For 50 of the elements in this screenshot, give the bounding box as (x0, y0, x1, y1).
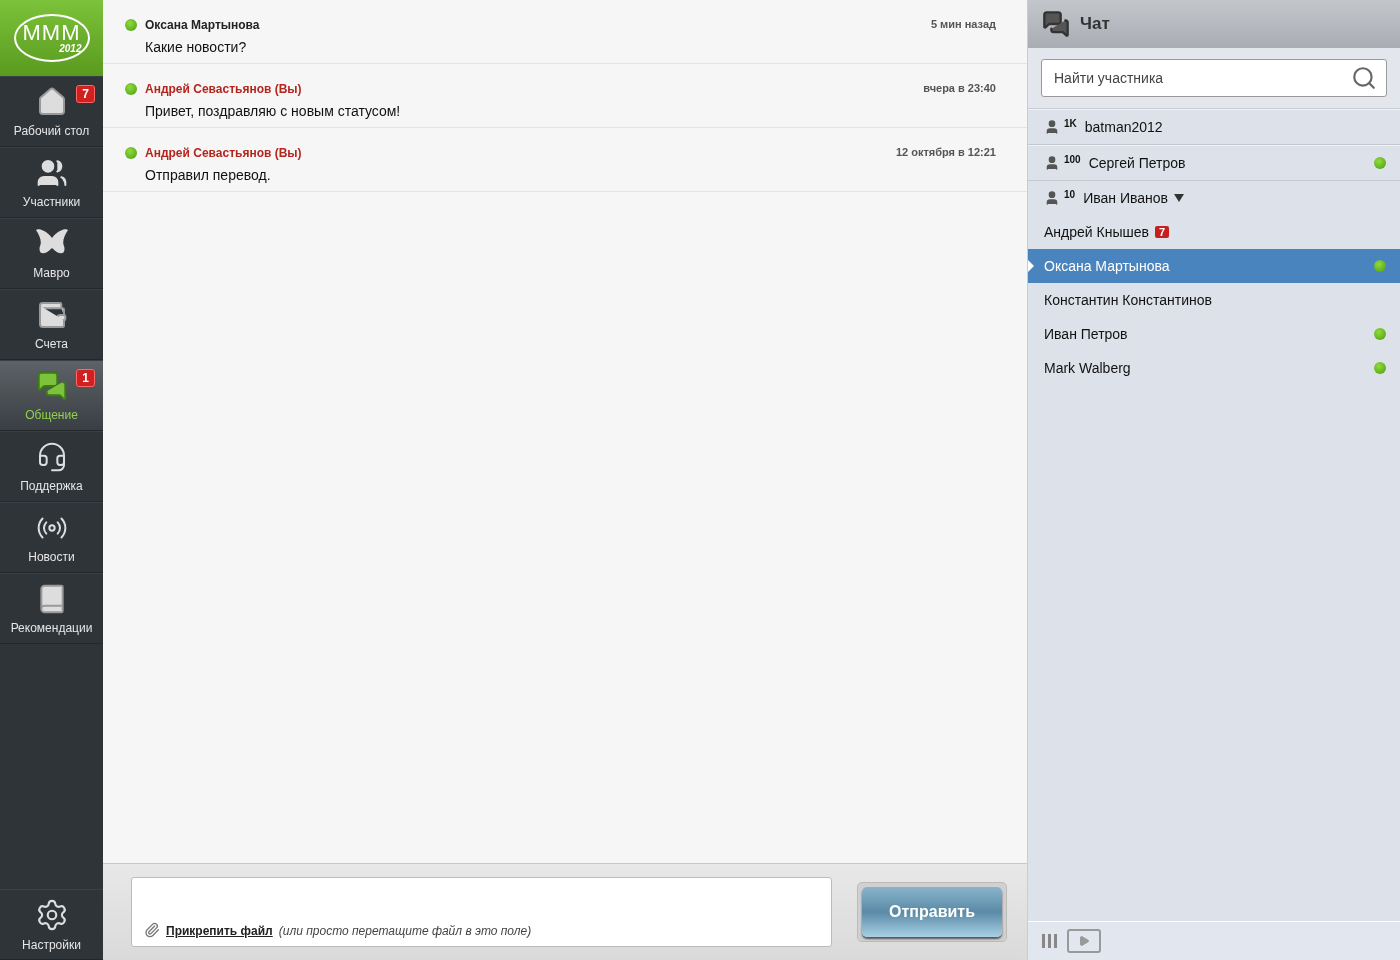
user-icon (1044, 119, 1060, 135)
sender-name: Оксана Мартынова (145, 18, 260, 33)
chat-icon (1042, 10, 1070, 38)
nav-item[interactable]: Рекомендации (0, 573, 103, 644)
nav-item[interactable]: Общение 1 (0, 360, 103, 431)
drop-hint: (или просто перетащите файл в это поле) (278, 924, 532, 938)
logo: MMM 2012 (13, 14, 90, 62)
notification-badge: 1 (76, 369, 95, 387)
chat-icon (35, 369, 68, 402)
contact-item[interactable]: Андрей Кнышев 7 (1028, 215, 1400, 249)
user-icon (1044, 190, 1060, 206)
contact-item[interactable]: 10 Иван Иванов (1028, 181, 1400, 215)
rank-label: 100 (1064, 154, 1081, 165)
columns-icon[interactable] (1042, 934, 1057, 948)
contact-item[interactable]: Оксана Мартынова (1028, 249, 1400, 283)
contact-name: Иван Петров (1044, 326, 1128, 342)
sender-name: Андрей Севастьянов (Вы) (145, 146, 302, 161)
contact-item[interactable]: Mark Walberg (1028, 351, 1400, 385)
attach-file-link[interactable]: Прикрепить файл (166, 924, 273, 938)
message-time: вчера в 23:40 (923, 82, 996, 96)
contact-name: Иван Иванов (1083, 190, 1168, 206)
message-text: Какие новости? (144, 38, 248, 55)
unread-badge: 7 (1154, 226, 1170, 238)
contact-name: Mark Walberg (1044, 360, 1131, 376)
search-field[interactable]: Найти участника (1041, 59, 1387, 97)
contact-item[interactable]: Иван Петров (1028, 317, 1400, 351)
panel-title: Чат (1080, 14, 1110, 34)
rank-label: 10 (1064, 189, 1076, 200)
rank-label: 1K (1064, 118, 1077, 129)
sender-name: Андрей Севастьянов (Вы) (145, 82, 302, 97)
contact-item[interactable]: 100 Сергей Петров (1028, 145, 1400, 181)
contact-name: Константин Константинов (1044, 292, 1212, 308)
contact-item[interactable]: Константин Константинов (1028, 283, 1400, 317)
contact-name: batman2012 (1084, 119, 1163, 135)
paperclip-icon (144, 922, 160, 938)
nav-item[interactable]: Мавро (0, 218, 103, 289)
contact-name: Сергей Петров (1088, 155, 1186, 171)
notification-badge: 7 (76, 85, 95, 103)
contact-name: Оксана Мартынова (1044, 258, 1170, 274)
message-time: 12 октября в 12:21 (895, 146, 996, 160)
message-time: 5 мин назад (930, 18, 996, 32)
message-field[interactable]: Прикрепить файл (или просто перетащите файл в это поле) (131, 877, 832, 947)
search-icon[interactable] (1351, 65, 1377, 91)
caret-icon[interactable] (1173, 194, 1184, 202)
contact-item[interactable]: 1K batman2012 (1028, 109, 1400, 145)
message-text: Привет, поздравляю с новым статусом! (144, 102, 402, 119)
user-icon (1044, 155, 1060, 171)
message-text: Отправил перевод. (144, 166, 272, 183)
contact-name: Андрей Кнышев (1044, 224, 1149, 240)
nav-item[interactable]: Рабочий стол 7 (0, 76, 103, 147)
